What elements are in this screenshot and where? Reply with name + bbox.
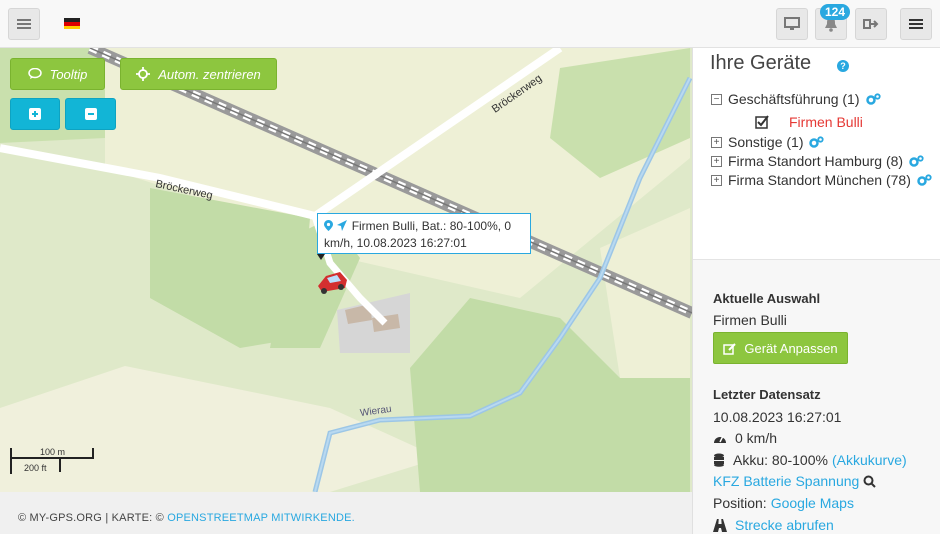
tooltip-line-1: Firmen Bulli, Bat.: 80-100%, 0 [351, 219, 512, 233]
search-icon[interactable] [863, 475, 877, 488]
adapt-button-label: Gerät Anpassen [744, 340, 838, 356]
desktop-view-button[interactable] [776, 8, 808, 40]
tooltip-toggle-button[interactable]: Tooltip [10, 58, 105, 90]
osm-contributors-link[interactable]: OPENSTREETMAP MITWIRKENDE. [167, 512, 355, 524]
sign-out-icon [863, 19, 879, 29]
app-root: 124 Bröckerweg Bröckerweg Wierau Tooltip… [0, 0, 940, 534]
gears-icon[interactable] [809, 136, 825, 148]
attribution-prefix: © MY-GPS.ORG | KARTE: © [18, 512, 164, 524]
direction-arrow-icon [337, 220, 348, 231]
scale-metric-label: 100 m [40, 447, 66, 457]
speech-bubble-icon [27, 68, 42, 79]
device-tree-section: Ihre Geräte ? − Geschäftsführung (1) Fir… [693, 48, 940, 260]
gears-icon[interactable] [917, 174, 932, 186]
expand-icon[interactable]: + [711, 174, 722, 186]
bars-icon [909, 19, 923, 29]
road-icon [713, 518, 727, 532]
edit-icon [723, 342, 737, 355]
scale-imperial-label: 200 ft [24, 463, 47, 473]
position-label: Position: [713, 495, 767, 511]
tree-group-geschaeftsfuehrung[interactable]: − Geschäftsführung (1) [711, 91, 881, 107]
tree-group-label: Sonstige (1) [728, 134, 804, 150]
battery-value: Akku: 80-100% [733, 452, 828, 468]
tree-group-hamburg[interactable]: + Firma Standort Hamburg (8) [711, 153, 924, 169]
speed-value: 0 km/h [735, 430, 778, 446]
map-marker-icon [324, 220, 333, 231]
tree-device-firmen-bulli[interactable]: Firmen Bulli [755, 114, 863, 130]
plus-square-icon [29, 108, 41, 120]
zoom-out-button[interactable] [65, 98, 116, 130]
top-bar: 124 [0, 0, 940, 48]
main-menu-button[interactable] [900, 8, 932, 40]
map-view[interactable]: Bröckerweg Bröckerweg Wierau Tooltip Aut… [0, 48, 692, 492]
tooltip-pointer [317, 254, 325, 260]
sidebar-toggle-button[interactable] [8, 8, 40, 40]
help-icon[interactable]: ? [837, 60, 849, 72]
route-row: Strecke abrufen [713, 517, 834, 533]
last-record-time: 10.08.2023 16:27:01 [713, 409, 842, 425]
map-attribution: © MY-GPS.ORG | KARTE: © OPENSTREETMAP MI… [0, 492, 692, 534]
battery-row: Akku: 80-100% (Akkukurve) [713, 452, 907, 468]
tree-group-muenchen[interactable]: + Firma Standort München (78) [711, 172, 932, 188]
speed-row: 0 km/h [713, 430, 777, 446]
vehicle-tooltip: Firmen Bulli, Bat.: 80-100%, 0 km/h, 10.… [317, 213, 531, 254]
german-flag-icon[interactable] [64, 18, 80, 29]
tooltip-button-label: Tooltip [49, 66, 88, 82]
monitor-icon [784, 17, 800, 30]
zoom-in-button[interactable] [10, 98, 60, 130]
expand-icon[interactable]: + [711, 155, 722, 167]
map-scale: 100 m 200 ft [10, 444, 96, 478]
device-panel: Ihre Geräte ? − Geschäftsführung (1) Fir… [692, 48, 940, 534]
tree-group-label: Firma Standort München (78) [728, 172, 911, 188]
tree-group-label: Geschäftsführung (1) [728, 91, 860, 107]
speedometer-icon [714, 435, 726, 443]
checked-checkbox-icon[interactable] [755, 115, 769, 129]
notification-count-badge: 124 [820, 4, 851, 20]
position-row: Position: Google Maps [713, 495, 854, 511]
gears-icon[interactable] [909, 155, 924, 167]
autocenter-button[interactable]: Autom. zentrieren [120, 58, 277, 90]
minus-square-icon [84, 108, 97, 120]
current-selection-heading: Aktuelle Auswahl [713, 291, 821, 306]
device-label: Firmen Bulli [789, 114, 863, 130]
battery-curve-link[interactable]: (Akkukurve) [832, 452, 907, 468]
logout-button[interactable] [855, 8, 887, 40]
panel-title: Ihre Geräte [710, 52, 812, 74]
expand-icon[interactable]: + [711, 136, 722, 148]
hamburger-icon [17, 19, 31, 29]
google-maps-link[interactable]: Google Maps [771, 495, 854, 511]
gears-icon[interactable] [865, 93, 881, 105]
tooltip-line-2: km/h, 10.08.2023 16:27:01 [324, 236, 467, 250]
database-icon [714, 453, 724, 467]
adapt-device-button[interactable]: Gerät Anpassen [713, 332, 848, 364]
current-selection-value: Firmen Bulli [713, 312, 787, 328]
tree-group-label: Firma Standort Hamburg (8) [728, 153, 904, 169]
crosshair-icon [136, 67, 151, 81]
collapse-icon[interactable]: − [711, 93, 722, 105]
tree-group-sonstige[interactable]: + Sonstige (1) [711, 134, 825, 150]
fetch-route-link[interactable]: Strecke abrufen [735, 517, 834, 533]
last-record-heading: Letzter Datensatz [713, 387, 821, 402]
autocenter-button-label: Autom. zentrieren [158, 66, 261, 82]
kfz-row: KFZ Batterie Spannung [713, 473, 877, 489]
kfz-battery-voltage-link[interactable]: KFZ Batterie Spannung [713, 473, 859, 489]
